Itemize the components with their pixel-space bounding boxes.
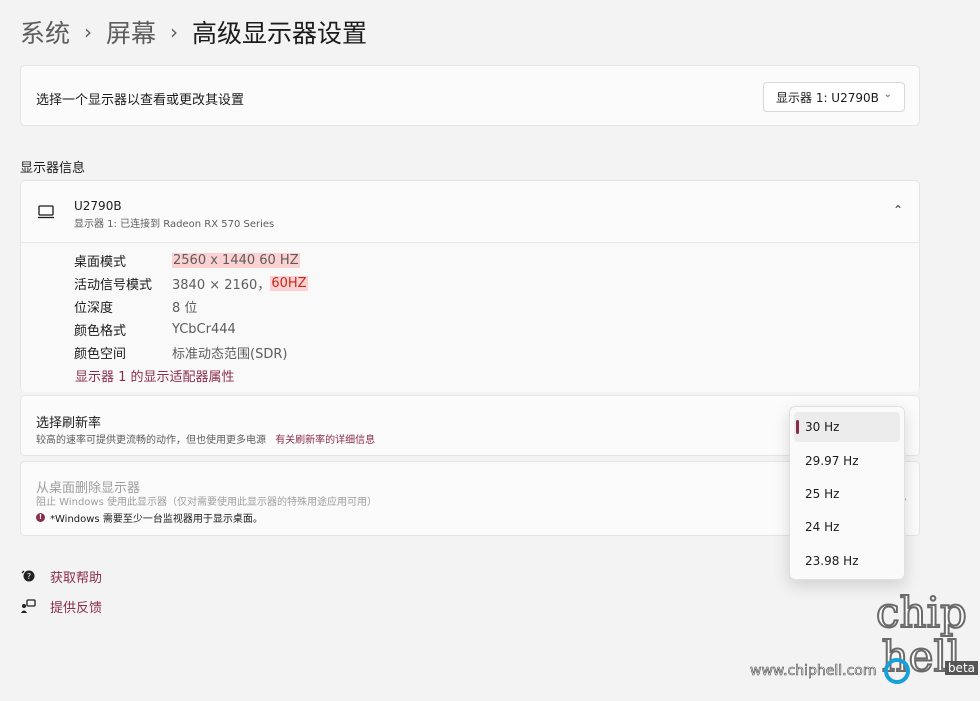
warning-text: *Windows 需要至少一台监视器用于显示桌面。 (50, 514, 263, 525)
feedback-link[interactable]: 提供反馈 (20, 596, 102, 616)
info-key: 位深度 (74, 300, 114, 316)
watermark: chip hell www.chiphell.com beta (750, 590, 980, 701)
section-title-display-info: 显示器信息 (20, 161, 86, 176)
refresh-option[interactable]: 29.97 Hz (794, 446, 900, 476)
display-info-card: U2790B 显示器 1: 已连接到 Radeon RX 570 Series … (20, 180, 920, 392)
info-row-signal-mode: 活动信号模式 3840 × 2160， 60HZ (74, 273, 308, 293)
watermark-beta: beta (944, 661, 978, 675)
info-value: 2560 x 1440 60 HZ (172, 252, 300, 268)
info-row-color-space: 颜色空间 标准动态范围(SDR) (74, 342, 287, 362)
info-row-desktop-mode: 桌面模式 2560 x 1440 60 HZ (74, 250, 300, 270)
breadcrumb-separator: › (84, 20, 93, 44)
help-icon: ? (21, 570, 35, 582)
get-help-link[interactable]: ? 获取帮助 (20, 566, 102, 586)
info-icon: ! (36, 513, 45, 522)
info-key: 活动信号模式 (74, 277, 153, 293)
monitor-name: U2790B (74, 199, 122, 213)
refresh-option[interactable]: 24 Hz (794, 512, 900, 542)
info-key: 桌面模式 (74, 254, 127, 270)
breadcrumb: 系统 › 屏幕 › 高级显示器设置 (20, 12, 367, 52)
info-value-highlight: 60HZ (270, 275, 308, 291)
select-display-card: 选择一个显示器以查看或更改其设置 显示器 1: U2790B ⌄ (20, 65, 920, 126)
info-value: 8 位 (172, 300, 198, 316)
breadcrumb-separator: › (170, 20, 179, 44)
watermark-ring (884, 658, 910, 684)
refresh-rate-dropdown[interactable]: 30 Hz 29.97 Hz 25 Hz 24 Hz 23.98 Hz (789, 406, 905, 580)
svg-text:?: ? (27, 572, 31, 581)
info-key: 颜色空间 (74, 346, 127, 362)
chevron-down-icon: ⌄ (883, 89, 892, 100)
display-select[interactable]: 显示器 1: U2790B ⌄ (763, 82, 905, 112)
refresh-rate-desc: 较高的速率可提供更流畅的动作，但也使用更多电源 有关刷新率的详细信息 (36, 431, 375, 446)
watermark-url: www.chiphell.com (750, 663, 877, 680)
refresh-option[interactable]: 23.98 Hz (794, 546, 900, 576)
info-key: 颜色格式 (74, 323, 127, 339)
page-title: 高级显示器设置 (192, 19, 368, 48)
remove-display-warning: ! *Windows 需要至少一台监视器用于显示桌面。 (36, 510, 263, 525)
refresh-rate-desc-text: 较高的速率可提供更流畅的动作，但也使用更多电源 (36, 435, 266, 446)
refresh-rate-card: 选择刷新率 较高的速率可提供更流畅的动作，但也使用更多电源 有关刷新率的详细信息 (20, 395, 920, 456)
refresh-rate-title: 选择刷新率 (36, 416, 102, 431)
feedback-label: 提供反馈 (50, 600, 103, 616)
remove-display-desc: 阻止 Windows 使用此显示器（仅对需要使用此显示器的特殊用途应用可用） (36, 497, 377, 508)
info-value: 3840 × 2160， (172, 277, 271, 293)
remove-display-card: 从桌面删除显示器 阻止 Windows 使用此显示器（仅对需要使用此显示器的特殊… (20, 461, 920, 536)
chevron-up-icon[interactable]: ⌃ (893, 203, 903, 217)
refresh-rate-info-link[interactable]: 有关刷新率的详细信息 (275, 435, 375, 446)
refresh-option[interactable]: 30 Hz (794, 412, 900, 442)
display-select-value: 显示器 1: U2790B (776, 90, 879, 105)
info-row-bit-depth: 位深度 8 位 (74, 296, 197, 316)
get-help-label: 获取帮助 (50, 570, 103, 586)
feedback-icon (21, 599, 36, 613)
info-value: YCbCr444 (172, 321, 236, 337)
select-display-label: 选择一个显示器以查看或更改其设置 (36, 93, 245, 108)
display-info-header[interactable]: U2790B 显示器 1: 已连接到 Radeon RX 570 Series … (21, 181, 919, 243)
monitor-subtitle: 显示器 1: 已连接到 Radeon RX 570 Series (74, 219, 275, 230)
refresh-option[interactable]: 25 Hz (794, 479, 900, 509)
monitor-icon (38, 205, 54, 219)
adapter-properties-link[interactable]: 显示器 1 的显示适配器属性 (75, 366, 235, 385)
breadcrumb-system[interactable]: 系统 (20, 14, 70, 50)
breadcrumb-display[interactable]: 屏幕 (106, 14, 156, 50)
info-row-color-format: 颜色格式 YCbCr444 (74, 319, 236, 339)
info-value: 标准动态范围(SDR) (172, 346, 288, 362)
